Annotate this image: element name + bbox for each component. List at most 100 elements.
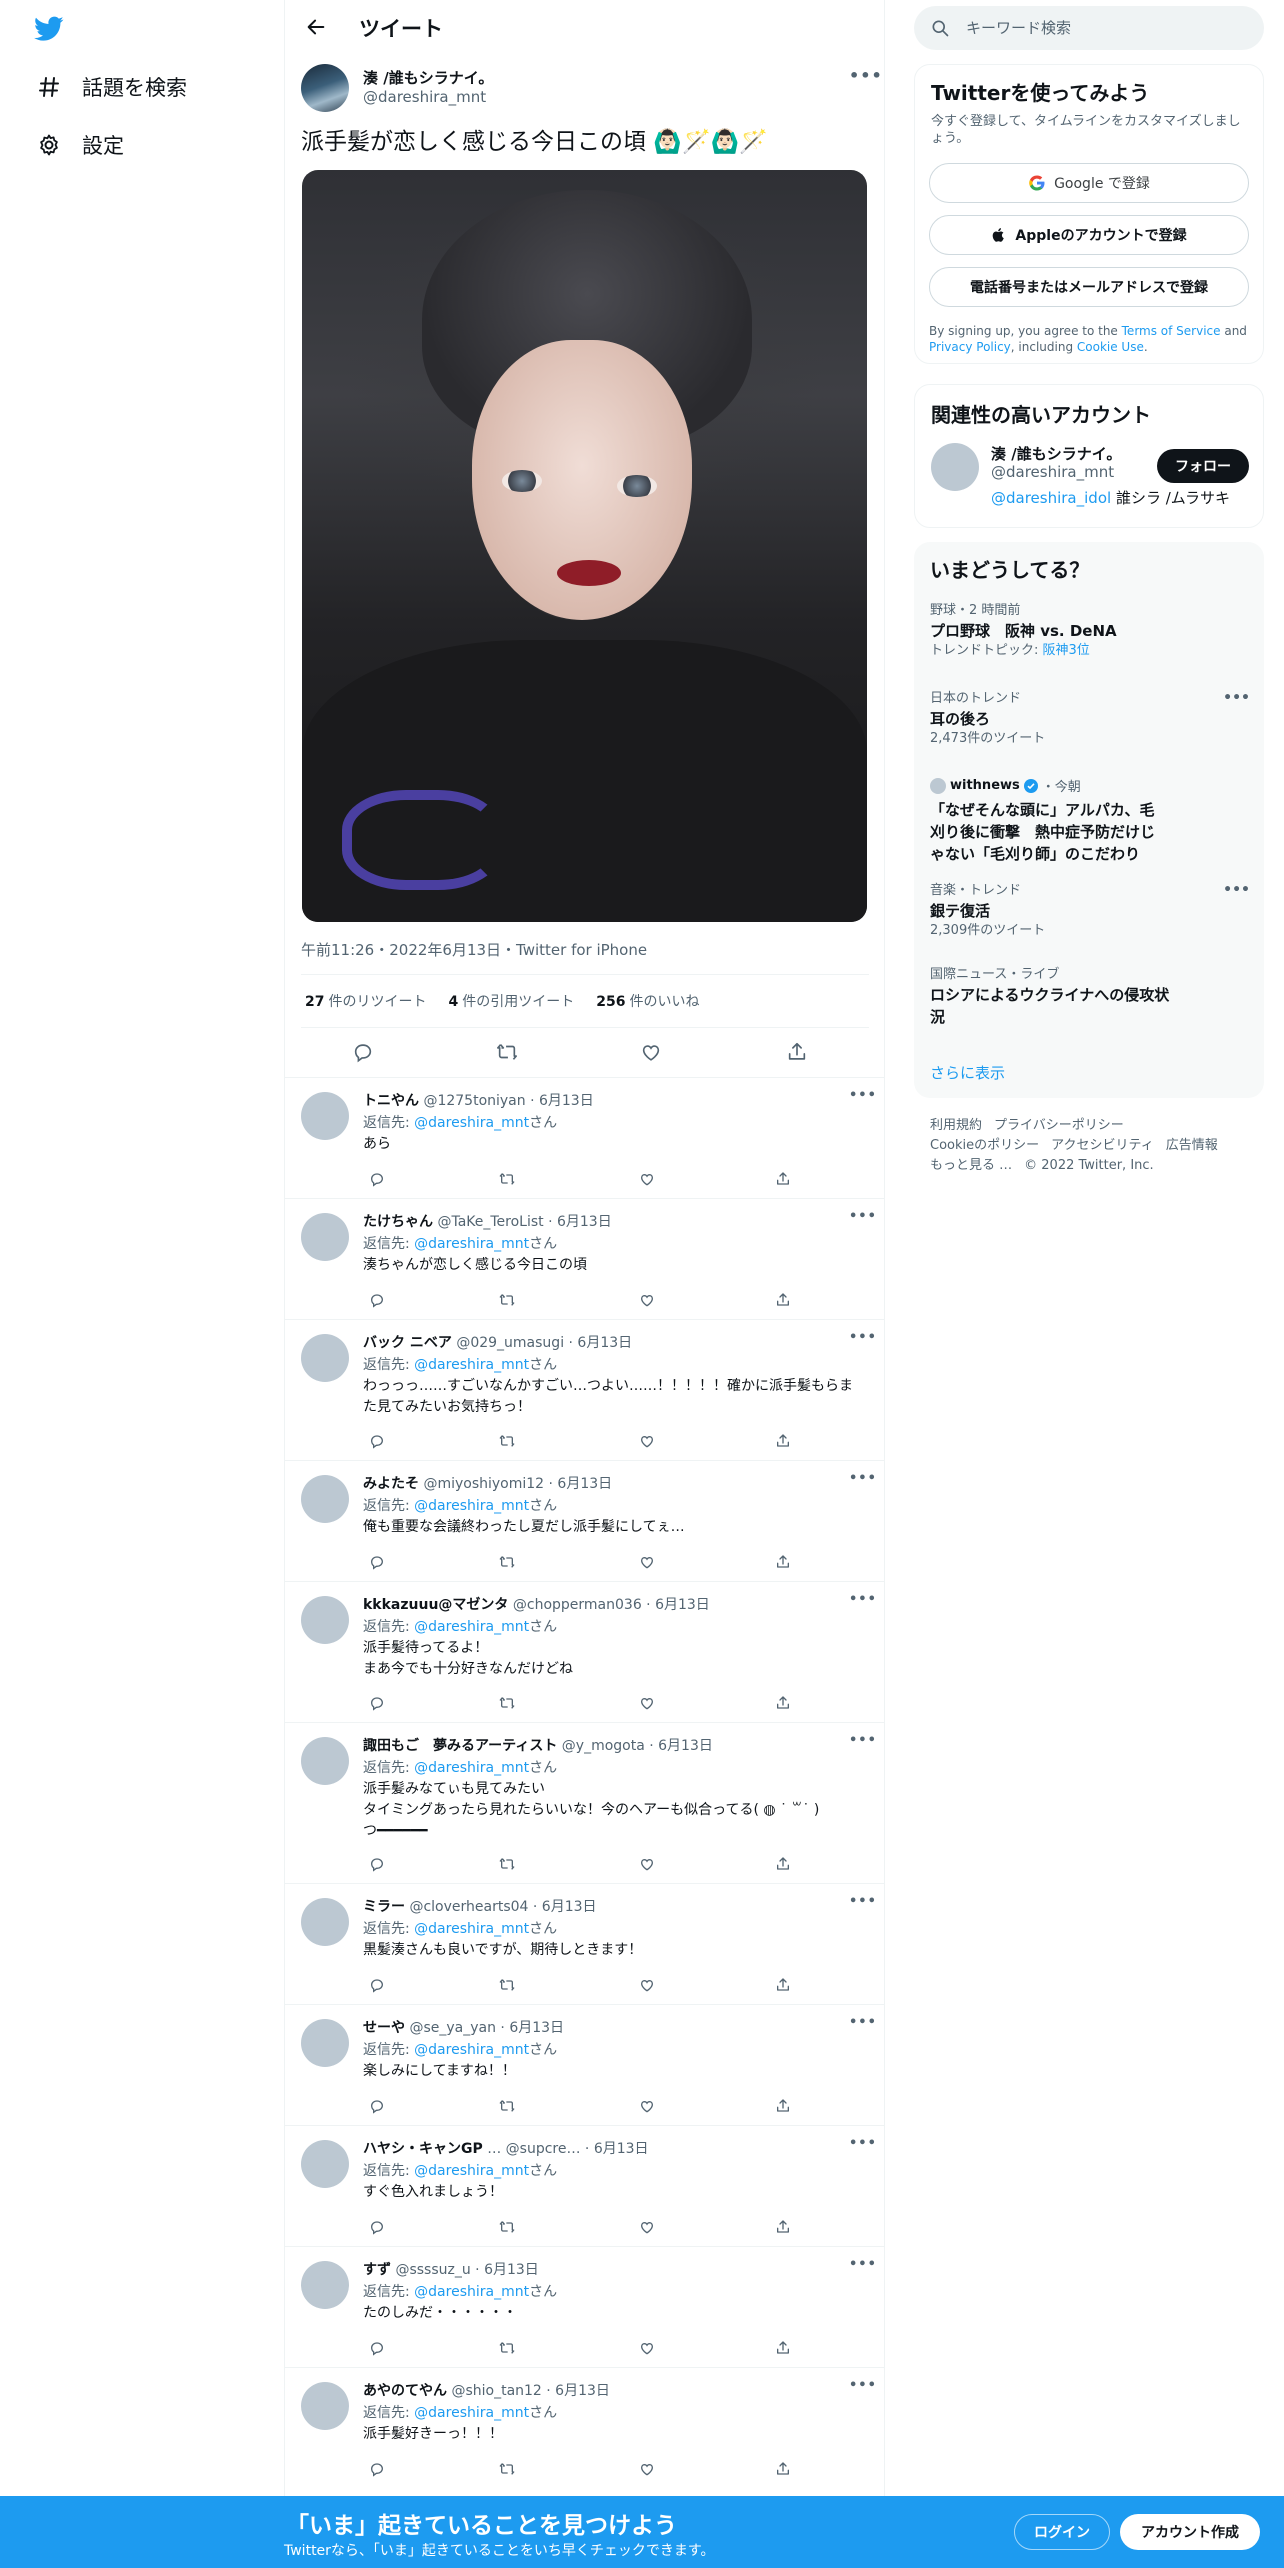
more-options-icon[interactable]: ••• [1223,882,1250,898]
reply-tweet[interactable]: みよたそ @miyoshiyomi12 · 6月13日 ••• 返信先: @dare… [285,1460,885,1581]
reply-author-handle[interactable]: @miyoshiyomi12 · 6月13日 [423,1476,612,1492]
like-icon[interactable] [637,2217,657,2237]
share-icon[interactable] [773,1975,793,1995]
retweet-icon[interactable] [497,2459,517,2479]
retweet-icon[interactable] [497,1169,517,1189]
reply-icon[interactable] [367,1552,387,1572]
reply-icon[interactable] [367,2217,387,2237]
share-icon[interactable] [773,2459,793,2479]
news-item[interactable]: withnews ・今朝 「なぜそんな頭に」アルパカ、毛刈り後に衝撃 熱中症予防… [930,776,1250,865]
avatar[interactable] [301,1475,349,1523]
create-account-button[interactable]: アカウント作成 [1120,2514,1260,2550]
reply-author-name[interactable]: kkkazuuu@マゼンタ [363,1597,508,1613]
nav-item-explore[interactable]: 話題を検索 [36,67,187,107]
twitter-logo-icon[interactable] [34,16,64,42]
reply-author-name[interactable]: 諏田もご 夢みるアーティスト [363,1738,557,1754]
reply-tweet[interactable]: バック ニベア @029_umasugi · 6月13日 ••• 返信先: @dar… [285,1319,885,1460]
share-icon[interactable] [773,1552,793,1572]
avatar[interactable] [301,2140,349,2188]
reply-author-handle[interactable]: @se_ya_yan · 6月13日 [409,2020,564,2036]
retweet-icon[interactable] [497,1431,517,1451]
phone-email-signup-button[interactable]: 電話番号またはメールアドレスで登録 [929,267,1249,307]
avatar[interactable] [301,1898,349,1946]
footer-link[interactable]: 広告情報 [1166,1138,1218,1153]
reply-tweet[interactable]: kkkazuuu@マゼンタ @chopperman036 · 6月13日 ••• 返… [285,1581,885,1722]
login-button[interactable]: ログイン [1014,2514,1110,2550]
like-icon[interactable] [637,1552,657,1572]
google-signup-button[interactable]: Google で登録 [929,163,1249,203]
more-options-icon[interactable]: ••• [1223,690,1250,706]
reply-icon[interactable] [367,2096,387,2116]
reply-icon[interactable] [367,2459,387,2479]
share-icon[interactable] [773,1693,793,1713]
share-icon[interactable] [773,2338,793,2358]
reply-icon[interactable] [351,1040,375,1064]
retweet-icon[interactable] [495,1040,519,1064]
privacy-policy-link[interactable]: Privacy Policy [929,340,1011,354]
more-options-icon[interactable]: ••• [849,2257,877,2272]
more-options-icon[interactable]: ••• [849,66,883,85]
like-icon[interactable] [637,1975,657,1995]
reply-icon[interactable] [367,1975,387,1995]
more-options-icon[interactable]: ••• [849,1471,877,1486]
reply-author-handle[interactable]: @029_umasugi · 6月13日 [456,1335,632,1351]
share-icon[interactable] [773,1169,793,1189]
share-icon[interactable] [773,2217,793,2237]
reply-author-name[interactable]: すず [363,2262,391,2278]
more-options-icon[interactable]: ••• [849,1733,877,1748]
reply-to-mention[interactable]: @dareshira_mnt [414,1921,529,1937]
reply-to-mention[interactable]: @dareshira_mnt [414,1498,529,1514]
reply-author-handle[interactable]: @cloverhearts04 · 6月13日 [409,1899,596,1915]
reply-tweet[interactable]: すず @ssssuz_u · 6月13日 ••• 返信先: @dareshira_m… [285,2246,885,2367]
retweet-icon[interactable] [497,2338,517,2358]
reply-tweet[interactable]: 諏田もご 夢みるアーティスト @y_mogota · 6月13日 ••• 返信先: … [285,1722,885,1883]
share-icon[interactable] [785,1040,809,1064]
terms-of-service-link[interactable]: Terms of Service [1122,324,1221,338]
more-options-icon[interactable]: ••• [849,1209,877,1224]
cookie-use-link[interactable]: Cookie Use [1077,340,1144,354]
reply-author-handle[interactable]: @ssssuz_u · 6月13日 [395,2262,538,2278]
retweet-stat[interactable]: 27 件のリツイート [305,991,426,1011]
reply-author-handle[interactable]: @chopperman036 · 6月13日 [513,1597,710,1613]
reply-author-handle[interactable]: @TaKe_TeroList · 6月13日 [437,1214,611,1230]
avatar[interactable] [931,443,979,491]
avatar[interactable] [301,2019,349,2067]
trend-item[interactable]: 国際ニュース・ライブ ロシアによるウクライナへの侵攻状況 [930,966,1250,1028]
more-options-icon[interactable]: ••• [849,2015,877,2030]
reply-to-mention[interactable]: @dareshira_mnt [414,1760,529,1776]
reply-tweet[interactable]: せーや @se_ya_yan · 6月13日 ••• 返信先: @dareshira… [285,2004,885,2125]
avatar[interactable] [301,1213,349,1261]
footer-link[interactable]: プライバシーポリシー [994,1118,1124,1133]
retweet-icon[interactable] [497,2096,517,2116]
apple-signup-button[interactable]: Appleのアカウントで登録 [929,215,1249,255]
tweet-timestamp[interactable]: 午前11:26・2022年6月13日・Twitter for iPhone [301,939,647,960]
bio-mention-link[interactable]: @dareshira_idol [991,489,1111,507]
avatar[interactable] [301,1737,349,1785]
reply-to-mention[interactable]: @dareshira_mnt [414,1115,529,1131]
avatar[interactable] [301,2261,349,2309]
share-icon[interactable] [773,1854,793,1874]
retweet-icon[interactable] [497,1552,517,1572]
footer-link[interactable]: 利用規約 [930,1118,982,1133]
more-options-icon[interactable]: ••• [849,1894,877,1909]
reply-to-mention[interactable]: @dareshira_mnt [414,1236,529,1252]
reply-tweet[interactable]: たけちゃん @TaKe_TeroList · 6月13日 ••• 返信先: @dar… [285,1198,885,1319]
related-account-handle[interactable]: @dareshira_mnt [991,463,1114,481]
like-icon[interactable] [637,2338,657,2358]
reply-author-name[interactable]: ミラー [363,1899,405,1915]
reply-author-name[interactable]: たけちゃん [363,1214,433,1230]
reply-tweet[interactable]: ミラー @cloverhearts04 · 6月13日 ••• 返信先: @dare… [285,1883,885,2004]
show-more-link[interactable]: さらに表示 [930,1062,1005,1083]
avatar[interactable] [301,1092,349,1140]
reply-to-mention[interactable]: @dareshira_mnt [414,2405,529,2421]
reply-to-mention[interactable]: @dareshira_mnt [414,2042,529,2058]
like-icon[interactable] [637,1169,657,1189]
avatar[interactable] [301,2382,349,2430]
trend-topic-link[interactable]: 阪神3位 [1043,643,1090,658]
reply-author-name[interactable]: みよたそ [363,1476,419,1492]
reply-author-name[interactable]: トニやん [363,1093,419,1109]
like-icon[interactable] [639,1040,663,1064]
more-options-icon[interactable]: ••• [849,1088,877,1103]
retweet-icon[interactable] [497,1975,517,1995]
avatar[interactable] [301,1596,349,1644]
